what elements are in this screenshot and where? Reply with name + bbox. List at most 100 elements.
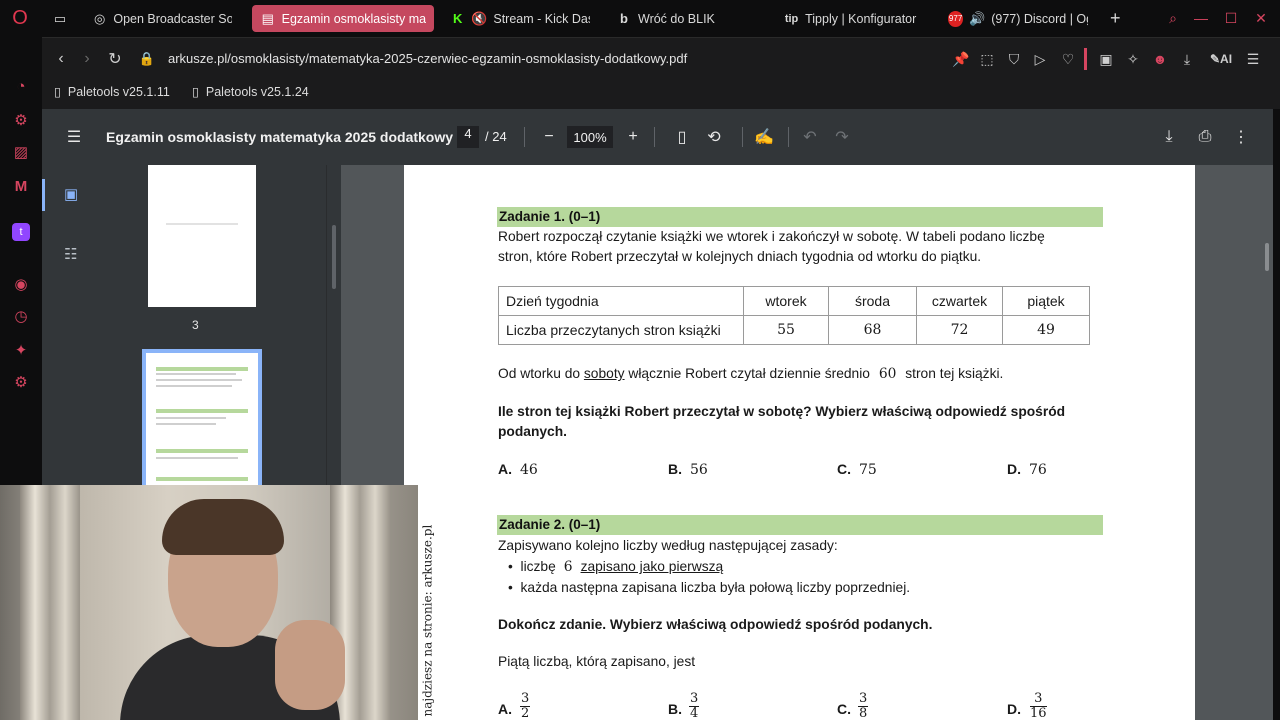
bookmark-item[interactable]: ▯ Paletools v25.1.11 xyxy=(54,84,170,100)
search-icon[interactable]: ⌕ xyxy=(1162,7,1184,29)
print-icon[interactable]: ⎙ xyxy=(1193,125,1217,149)
bookmark-item[interactable]: ▯ Paletools v25.1.24 xyxy=(192,84,309,100)
table-row: Dzień tygodnia wtorek środa czwartek pią… xyxy=(498,286,1090,316)
pdf-title: Egzamin osmoklasisty matematyka 2025 dod… xyxy=(106,129,454,145)
thumbnail-scrollbar[interactable] xyxy=(326,165,341,485)
thumbnail-mark xyxy=(156,457,238,459)
lock-icon[interactable]: 🔒 xyxy=(136,48,158,70)
extensions-icon[interactable]: ✦ xyxy=(10,339,32,361)
zoom-out-button[interactable]: − xyxy=(537,125,561,149)
minimize-button[interactable]: — xyxy=(1190,7,1212,29)
task2-fraction-c: 38 xyxy=(858,691,869,720)
player-icon[interactable]: ◉ xyxy=(10,273,32,295)
extension-puzzle-icon[interactable]: ▣ xyxy=(1095,48,1117,70)
back-button[interactable]: ‹ xyxy=(50,48,72,70)
outline-view-icon[interactable]: ☷ xyxy=(64,245,77,263)
url-field[interactable]: arkusze.pl/osmoklasisty/matematyka-2025-… xyxy=(168,51,687,66)
task1-answer-d[interactable]: D. 76 xyxy=(1007,461,1047,478)
menu-icon[interactable]: ☰ xyxy=(62,125,86,149)
more-options-icon[interactable]: ⋮ xyxy=(1229,125,1253,149)
task1-answer-c[interactable]: C. 75 xyxy=(837,461,877,478)
tab-discord[interactable]: 977 🔊 (977) Discord | Og xyxy=(940,5,1096,32)
thumbnail-page-4-selected[interactable] xyxy=(142,349,262,489)
table-cell: wtorek xyxy=(743,286,829,316)
zoom-level-input[interactable]: 100% xyxy=(567,126,613,148)
page-number-input[interactable]: 4 xyxy=(457,126,479,148)
table-cell: 72 xyxy=(916,315,1003,345)
task2-intro: Zapisywano kolejno liczby według następu… xyxy=(498,538,838,553)
history-icon[interactable]: ◷ xyxy=(10,305,32,327)
task1-text-line1: Robert rozpoczął czytanie książki we wto… xyxy=(498,229,1045,244)
tab-blik[interactable]: b Wróć do BLIK xyxy=(608,5,758,32)
divider xyxy=(788,127,789,147)
divider xyxy=(524,127,525,147)
gx-cleaner-icon[interactable]: ▨ xyxy=(10,141,32,163)
settings-gear-icon[interactable]: ⚙ xyxy=(10,371,32,393)
annotate-icon[interactable]: ✍ xyxy=(752,125,776,149)
tab-obs[interactable]: ◎ Open Broadcaster Sof xyxy=(84,5,240,32)
send-icon[interactable]: ▷ xyxy=(1029,48,1051,70)
viewer-scrollbar[interactable] xyxy=(1262,165,1273,720)
aria-ai-button[interactable]: ✎ AI xyxy=(1204,48,1238,70)
thumbnail-line xyxy=(166,223,238,225)
opera-logo-icon[interactable]: O xyxy=(8,6,32,30)
snapshot-icon[interactable]: ⬚ xyxy=(976,48,998,70)
table-cell: Liczba przeczytanych stron książki xyxy=(498,315,744,345)
pin-icon[interactable]: 📌 xyxy=(950,48,972,70)
task1-average-sentence: Od wtorku do soboty włącznie Robert czyt… xyxy=(498,366,1004,382)
thumbnail-mark xyxy=(156,409,248,413)
pdf-toolbar: ☰ Egzamin osmoklasisty matematyka 2025 d… xyxy=(42,109,1273,165)
task1-question-line1: Ile stron tej książki Robert przeczytał … xyxy=(498,404,1066,419)
speaker-icon: 🔊 xyxy=(969,10,986,26)
undo-button[interactable]: ↶ xyxy=(798,125,822,149)
scrollbar-thumb[interactable] xyxy=(1265,243,1269,271)
task2-answer-b[interactable]: B. xyxy=(668,701,690,717)
heart-icon[interactable]: ♡ xyxy=(1057,48,1079,70)
workspace-icon[interactable]: ▭ xyxy=(44,5,80,32)
vertical-source-text: najdziesz na stronie: arkusze.pl xyxy=(420,517,434,720)
reload-button[interactable]: ↻ xyxy=(104,48,126,70)
task1-answer-a[interactable]: A. 46 xyxy=(498,461,538,478)
tab-kick[interactable]: K 🔇 Stream - Kick Das xyxy=(442,5,598,32)
rotate-icon[interactable]: ⟲ xyxy=(702,125,726,149)
thumbnails-view-icon[interactable]: ▣ xyxy=(64,185,78,203)
vpn-shield-icon[interactable]: ⛉ xyxy=(1003,48,1025,70)
browser-window: { "tabs": [ {"icon": "obs-icon", "label"… xyxy=(0,0,1280,720)
table-cell: czwartek xyxy=(916,286,1003,316)
download-icon[interactable]: ⤓ xyxy=(1176,48,1198,70)
profile-icon[interactable]: ☻ xyxy=(1149,48,1171,70)
close-window-button[interactable]: ✕ xyxy=(1250,7,1272,29)
speed-dial-icon[interactable]: ◔ xyxy=(10,75,32,97)
extensions-icon[interactable]: ✧ xyxy=(1122,48,1144,70)
thumbnail-mark xyxy=(156,449,248,453)
twitch-icon[interactable]: t xyxy=(12,223,30,241)
fit-page-icon[interactable]: ▯ xyxy=(670,125,694,149)
scrollbar-thumb[interactable] xyxy=(332,225,336,289)
task2-answer-a[interactable]: A. xyxy=(498,701,520,717)
task1-question-line2: podanych. xyxy=(498,424,567,439)
kick-icon: K xyxy=(452,11,463,26)
download-icon[interactable]: ⤓ xyxy=(1157,125,1181,149)
page-total: / 24 xyxy=(485,129,507,144)
pdf-icon: ▤ xyxy=(261,10,274,26)
easy-setup-icon[interactable]: ☰ xyxy=(1242,48,1264,70)
maximize-button[interactable]: ☐ xyxy=(1220,7,1242,29)
messenger-icon[interactable]: M xyxy=(10,175,32,197)
new-tab-button[interactable]: + xyxy=(1102,5,1128,32)
task2-question: Dokończ zdanie. Wybierz właściwą odpowie… xyxy=(498,617,933,632)
thumbnail-page-3[interactable] xyxy=(148,165,256,307)
table-cell: Dzień tygodnia xyxy=(498,286,744,316)
gx-control-icon[interactable]: ⚙ xyxy=(10,109,32,131)
redo-button[interactable]: ↷ xyxy=(830,125,854,149)
forward-button[interactable]: › xyxy=(76,48,98,70)
tab-tipply[interactable]: tip Tipply | Konfigurator d xyxy=(776,5,928,32)
task2-answer-d[interactable]: D. xyxy=(1007,701,1029,717)
task2-fraction-a: 32 xyxy=(520,691,531,720)
thumbnail-mark xyxy=(156,477,248,481)
task1-answer-b[interactable]: B. 56 xyxy=(668,461,708,478)
task2-answer-c[interactable]: C. xyxy=(837,701,859,717)
person-hand xyxy=(275,620,345,710)
zoom-in-button[interactable]: + xyxy=(621,125,645,149)
tab-egzamin[interactable]: ▤ Egzamin osmoklasisty mat xyxy=(252,5,434,32)
task2-fraction-b: 34 xyxy=(689,691,700,720)
